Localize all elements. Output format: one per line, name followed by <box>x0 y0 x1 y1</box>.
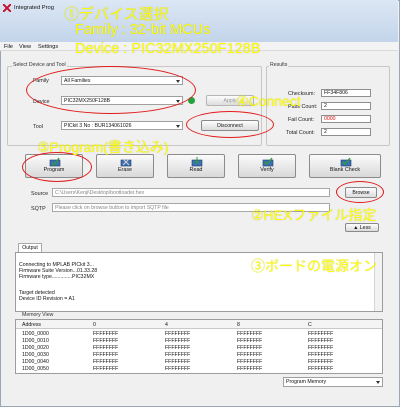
memory-view-label: Memory View <box>21 312 55 318</box>
memory-cell: FFFFFFFF <box>93 338 119 344</box>
verify-chip-icon <box>262 157 274 167</box>
total-count-value: 2 <box>321 128 371 136</box>
fail-count-value: 0000 <box>321 115 371 123</box>
memory-view-select[interactable]: Program Memory <box>283 377 383 387</box>
device-select-highlight <box>26 66 196 114</box>
annotation-hex-file: ②HEXファイル指定 <box>251 207 377 223</box>
erase-button[interactable]: Erase <box>96 154 154 178</box>
memory-cell: FFFFFFFF <box>308 359 334 365</box>
memory-view-value: Program Memory <box>286 379 327 385</box>
blank-check-button[interactable]: Blank Check <box>309 154 381 178</box>
checksum-value: FF34F806 <box>321 89 371 97</box>
verify-label: Verify <box>260 167 274 173</box>
memory-cell: FFFFFFFF <box>93 352 119 358</box>
memory-cell: FFFFFFFF <box>237 345 263 351</box>
menu-view[interactable]: View <box>19 44 31 50</box>
memory-cell: FFFFFFFF <box>93 359 119 365</box>
memory-col-header: 0 <box>93 322 96 328</box>
app-icon <box>3 4 11 12</box>
memory-cell: FFFFFFFF <box>308 352 334 358</box>
tool-label: Tool <box>33 124 43 130</box>
annotation-device-select: ①デバイス選択 <box>64 6 169 23</box>
memory-cell: FFFFFFFF <box>237 359 263 365</box>
disconnect-highlight <box>186 111 274 138</box>
memory-col-header: 4 <box>165 322 168 328</box>
menu-settings[interactable]: Settings <box>38 44 58 50</box>
pass-count-value: 2 <box>321 102 371 110</box>
memory-cell: FFFFFFFF <box>308 345 334 351</box>
source-label: Source <box>31 191 49 197</box>
annotation-power-on: ③ボードの電源オン <box>251 258 377 274</box>
chevron-down-icon <box>376 381 380 384</box>
memory-cell: FFFFFFFF <box>237 331 263 337</box>
memory-address: 1D00_0030 <box>22 352 49 358</box>
memory-col-header: C <box>308 322 312 328</box>
annotation-family: Family : 32-bit MCUs <box>75 22 211 38</box>
annotation-connect: ④Connect <box>236 93 301 109</box>
blank-check-chip-icon <box>340 157 352 167</box>
memory-cell: FFFFFFFF <box>93 366 119 372</box>
tool-value: PICkit 3 No : BUR134061026 <box>64 123 132 129</box>
memory-cell: FFFFFFFF <box>237 352 263 358</box>
memory-cell: FFFFFFFF <box>165 366 191 372</box>
memory-address: 1D00_0040 <box>22 359 49 365</box>
read-label: Read <box>189 167 203 173</box>
output-line: Firmware type..............PIC32MX <box>19 274 95 280</box>
memory-cell: FFFFFFFF <box>165 345 191 351</box>
chevron-down-icon <box>176 125 180 128</box>
erase-label: Erase <box>117 167 133 173</box>
memory-address: 1D00_0050 <box>22 366 49 372</box>
output-line: Device ID Revision = A1 <box>19 296 75 302</box>
memory-address: 1D00_0010 <box>22 338 49 344</box>
sqtp-label: SQTP <box>31 206 46 212</box>
device-group-label: Select Device and Tool <box>12 62 67 68</box>
annotation-program: ⑤Program(書き込み) <box>37 139 169 155</box>
read-button[interactable]: Read <box>167 154 225 178</box>
memory-cell: FFFFFFFF <box>165 331 191 337</box>
memory-address: 1D00_0020 <box>22 345 49 351</box>
memory-cell: FFFFFFFF <box>165 352 191 358</box>
memory-cell: FFFFFFFF <box>308 331 334 337</box>
memory-cell: FFFFFFFF <box>165 359 191 365</box>
memory-col-header: 8 <box>237 322 240 328</box>
memory-col-header: Address <box>22 322 42 328</box>
blank-check-label: Blank Check <box>329 167 361 173</box>
tool-select[interactable]: PICkit 3 No : BUR134061026 <box>61 121 183 130</box>
annotation-device: Device : PIC32MX250F128B <box>75 41 261 57</box>
memory-cell: FFFFFFFF <box>165 338 191 344</box>
memory-table-header <box>16 320 382 329</box>
browse-highlight <box>336 181 384 203</box>
window-title: Integrated Prog <box>14 5 54 11</box>
memory-cell: FFFFFFFF <box>237 366 263 372</box>
total-count-label: Total Count: <box>286 130 315 136</box>
memory-cell: FFFFFFFF <box>308 338 334 344</box>
erase-chip-icon <box>120 158 132 167</box>
memory-cell: FFFFFFFF <box>308 366 334 372</box>
source-field[interactable]: C:\Users\Kenji\Desktop\bootloader.hex <box>52 188 330 197</box>
verify-button[interactable]: Verify <box>238 154 296 178</box>
menu-file[interactable]: File <box>4 44 13 50</box>
memory-cell: FFFFFFFF <box>93 331 119 337</box>
results-label: Results <box>269 62 289 68</box>
memory-address: 1D00_0000 <box>22 331 49 337</box>
memory-cell: FFFFFFFF <box>93 345 119 351</box>
fail-count-label: Fail Count: <box>288 117 315 123</box>
memory-cell: FFFFFFFF <box>237 338 263 344</box>
read-chip-icon <box>191 157 203 167</box>
